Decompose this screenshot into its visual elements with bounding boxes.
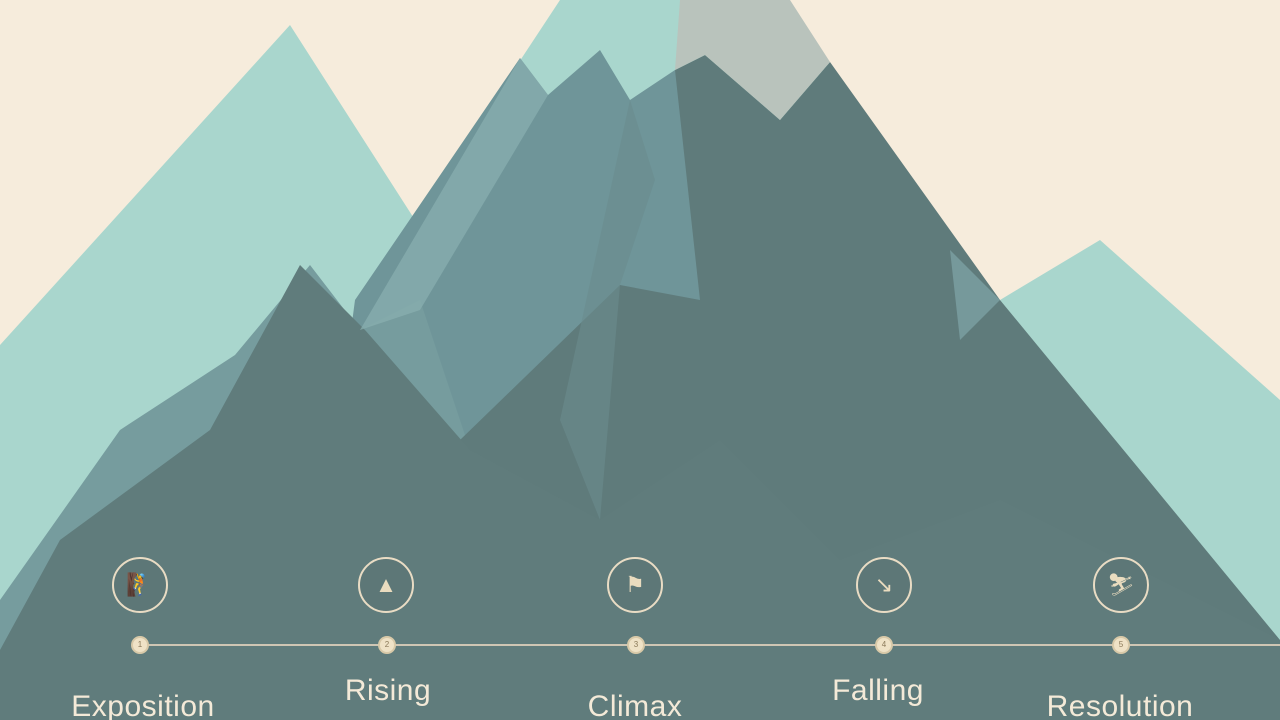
stage-label-exposition: Exposition (71, 690, 215, 720)
climber-icon: 🧗 (112, 557, 168, 613)
summit-icon: ⚑ (607, 557, 663, 613)
timeline-marker-2: 2 (378, 636, 396, 654)
timeline-marker-5: 5 (1112, 636, 1130, 654)
timeline-marker-4: 4 (875, 636, 893, 654)
stage-label-rising: Rising (344, 674, 432, 707)
stage-label-climax: Climax (587, 690, 683, 720)
stage-label-resolution: Resolution (1046, 690, 1194, 720)
ski-icon: ⛷ (1093, 557, 1149, 613)
timeline-line (138, 644, 1280, 646)
sled-descent-icon: ↘ (856, 557, 912, 613)
ascent-icon: ▲ (358, 557, 414, 613)
timeline-marker-3: 3 (627, 636, 645, 654)
stage-label-falling: Falling (832, 674, 924, 707)
story-arc-mountain-diagram: 🧗 ▲ ⚑ ↘ ⛷ 1 2 3 4 5 Exposition Rising Cl… (0, 0, 1280, 720)
timeline-marker-1: 1 (131, 636, 149, 654)
